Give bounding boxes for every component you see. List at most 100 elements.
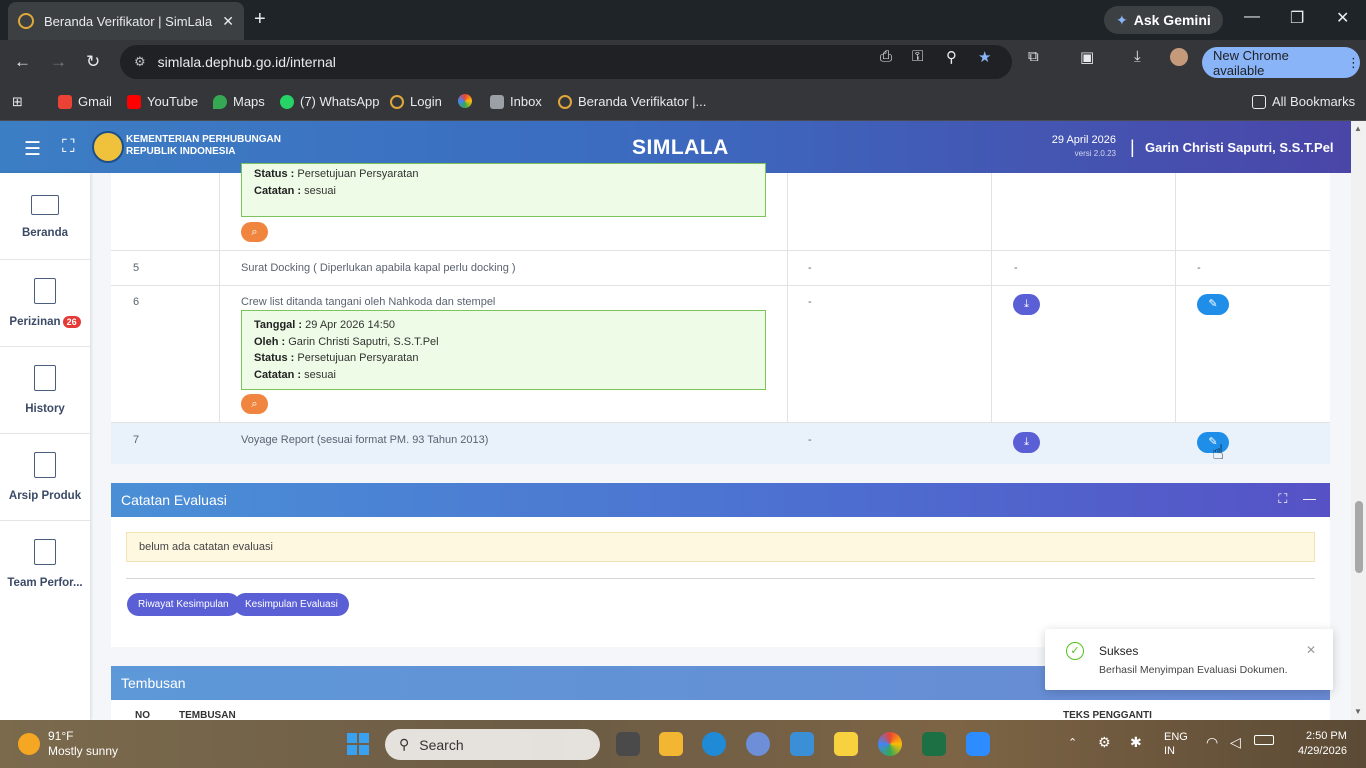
excel-icon[interactable]: [922, 732, 946, 756]
copilot-icon[interactable]: [746, 732, 770, 756]
bluetooth-icon[interactable]: ✱: [1130, 734, 1142, 751]
system-clock[interactable]: 2:50 PM 4/29/2026: [1298, 729, 1347, 759]
download-button[interactable]: ⤓: [1013, 432, 1040, 453]
profile-avatar[interactable]: [1170, 48, 1188, 66]
apps-grid-icon[interactable]: ⊞: [12, 94, 23, 110]
simlala-icon: [390, 94, 404, 109]
bookmark-whatsapp[interactable]: (7) WhatsApp: [280, 94, 379, 109]
site-info-icon[interactable]: ⚙: [134, 54, 146, 70]
edit-evaluation-button[interactable]: ✎: [1197, 294, 1229, 315]
bookmark-photos[interactable]: [458, 94, 478, 108]
info-tanggal: Tanggal : 29 Apr 2026 14:50: [254, 317, 753, 334]
chevron-up-icon[interactable]: ⌃: [1068, 736, 1077, 749]
back-icon[interactable]: ←: [14, 52, 31, 72]
download-button[interactable]: ⤓: [1013, 294, 1040, 315]
tanggal-value: 29 Apr 2026 14:50: [305, 319, 396, 331]
wifi-icon[interactable]: ◠: [1206, 734, 1218, 751]
edge-icon[interactable]: [702, 732, 726, 756]
tray-app-icon[interactable]: ⚙: [1098, 734, 1111, 751]
downloads-icon[interactable]: ⤓: [1134, 48, 1141, 65]
tab-search-icon[interactable]: ▣: [1080, 48, 1094, 66]
sidebar-item-history[interactable]: History: [0, 347, 90, 434]
close-tab-icon[interactable]: ✕: [222, 13, 234, 30]
row-number: 7: [133, 434, 140, 446]
new-chrome-available-button[interactable]: New Chrome available ⋮: [1202, 47, 1360, 78]
keyboard-layout: IN: [1164, 745, 1175, 757]
bookmark-maps[interactable]: Maps: [213, 94, 265, 109]
task-view-icon[interactable]: [616, 732, 640, 756]
file-explorer-icon[interactable]: [659, 732, 683, 756]
camera-icon[interactable]: [790, 732, 814, 756]
bookmark-login[interactable]: Login: [390, 94, 442, 109]
scroll-up-arrow-icon[interactable]: ▲: [1354, 124, 1362, 133]
bookmark-youtube[interactable]: YouTube: [127, 94, 198, 109]
weather-widget[interactable]: 91°F Mostly sunny: [18, 729, 118, 759]
bookmark-label: Inbox: [510, 94, 542, 109]
kesimpulan-evaluasi-button[interactable]: Kesimpulan Evaluasi: [234, 593, 349, 616]
header-user-name[interactable]: Garin Christi Saputri, S.S.T.Pel: [1145, 140, 1334, 155]
bookmark-inbox[interactable]: Inbox: [490, 94, 542, 109]
restore-icon[interactable]: ❐: [1290, 8, 1304, 28]
bookmark-beranda[interactable]: Beranda Verifikator |...: [558, 94, 706, 109]
sidebar-item-beranda[interactable]: Beranda: [0, 173, 90, 260]
sidebar-item-arsip-produk[interactable]: Arsip Produk: [0, 434, 90, 521]
close-toast-icon[interactable]: ✕: [1306, 643, 1316, 657]
fullscreen-icon[interactable]: ⛶: [62, 136, 75, 157]
bookmark-label: YouTube: [147, 94, 199, 109]
taskbar-search[interactable]: ⚲ Search: [385, 729, 600, 760]
view-detail-button[interactable]: ⌕: [241, 394, 268, 414]
info-catatan: Catatan : sesuai: [254, 183, 753, 200]
page-scrollbar[interactable]: ▲ ▼: [1351, 121, 1366, 720]
bookmark-gmail[interactable]: Gmail: [58, 94, 112, 109]
row-number: 5: [133, 262, 140, 274]
zoom-icon[interactable]: ⚲: [946, 48, 957, 66]
document-icon: [34, 365, 56, 391]
previous-evaluation-box: Status : Persetujuan Persyaratan Catatan…: [241, 163, 766, 217]
all-bookmarks[interactable]: All Bookmarks: [1252, 94, 1355, 109]
close-window-icon[interactable]: ✕: [1336, 8, 1349, 28]
windows-start-icon[interactable]: [347, 733, 369, 755]
tab-title: Beranda Verifikator | SimLala: [44, 13, 213, 29]
sidebar-item-label: Arsip Produk: [8, 490, 82, 502]
install-app-icon[interactable]: ⎙: [880, 48, 892, 65]
scroll-down-arrow-icon[interactable]: ▼: [1354, 707, 1362, 716]
folder-icon: [1252, 94, 1266, 109]
forward-icon[interactable]: →: [50, 52, 67, 72]
reload-icon[interactable]: ↻: [86, 52, 100, 72]
scrollbar-thumb[interactable]: [1355, 501, 1363, 573]
minimize-icon[interactable]: —: [1244, 8, 1260, 26]
new-tab-button[interactable]: +: [254, 8, 266, 31]
sidebar-item-perizinan[interactable]: Perizinan 26: [0, 260, 90, 347]
info-status: Status : Persetujuan Persyaratan: [254, 350, 753, 367]
language-indicator[interactable]: ENG IN: [1164, 730, 1188, 758]
volume-icon[interactable]: ◁: [1230, 734, 1241, 751]
expand-icon[interactable]: ⛶: [1278, 491, 1287, 506]
kemenhub-logo: [92, 131, 124, 163]
view-detail-button[interactable]: ⌕: [241, 222, 268, 242]
battery-icon[interactable]: [1254, 735, 1274, 745]
extensions-icon[interactable]: ⧉: [1028, 48, 1039, 65]
hamburger-menu-icon[interactable]: ☰: [24, 138, 41, 161]
ask-gemini-button[interactable]: ✦ Ask Gemini: [1104, 6, 1223, 34]
riwayat-kesimpulan-button[interactable]: Riwayat Kesimpulan: [127, 593, 240, 616]
card-tools: ⛶ —: [1278, 491, 1316, 507]
sidebar-item-label: Team Perfor...: [7, 577, 83, 589]
header-separator: |: [1130, 137, 1135, 157]
chrome-icon[interactable]: [878, 732, 902, 756]
browser-tab[interactable]: Beranda Verifikator | SimLala ✕: [8, 2, 244, 40]
sidebar-item-team-performance[interactable]: Team Perfor...: [0, 521, 90, 608]
catatan-evaluasi-card: Catatan Evaluasi ⛶ — belum ada catatan e…: [111, 483, 1330, 647]
address-bar[interactable]: ⚙ simlala.dephub.go.id/internal: [120, 45, 1012, 79]
column-header: TEKS PENGGANTI: [1063, 710, 1152, 720]
toast-message: Berhasil Menyimpan Evaluasi Dokumen.: [1099, 664, 1288, 676]
sticky-notes-icon[interactable]: [834, 732, 858, 756]
password-key-icon[interactable]: ⚿: [912, 48, 923, 65]
collapse-icon[interactable]: —: [1303, 491, 1316, 506]
document-table: Status : Persetujuan Persyaratan Catatan…: [111, 163, 1330, 464]
ministry-line-2: REPUBLIK INDONESIA: [126, 146, 236, 157]
zoom-app-icon[interactable]: [966, 732, 990, 756]
bookmark-star-icon[interactable]: ★: [978, 48, 991, 66]
info-catatan: Catatan : sesuai: [254, 367, 753, 384]
status-label: Status :: [254, 352, 295, 364]
success-toast: ✓ Sukses Berhasil Menyimpan Evaluasi Dok…: [1045, 629, 1333, 690]
